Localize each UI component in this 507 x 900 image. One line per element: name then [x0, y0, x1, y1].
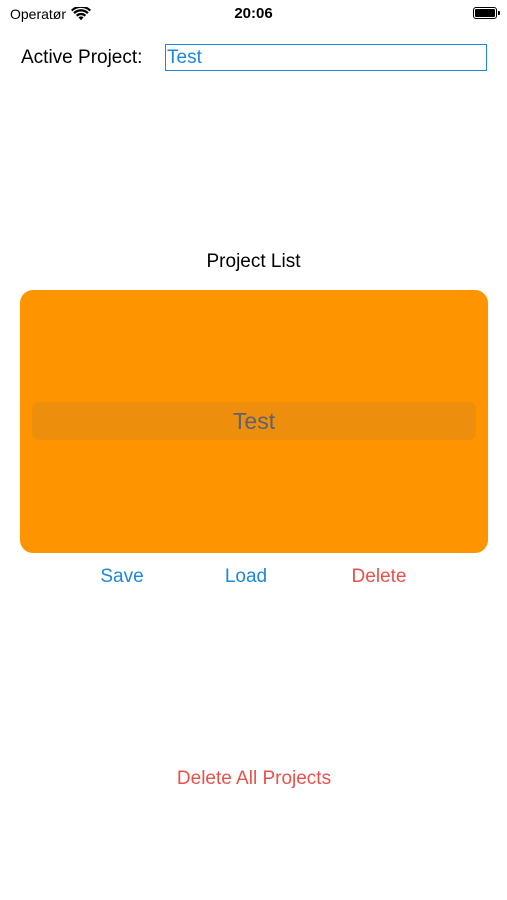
status-bar: Operatør 20:06 — [0, 0, 507, 28]
save-button[interactable]: Save — [92, 564, 152, 590]
screen: Operatør 20:06 Active Project: Project L… — [0, 0, 507, 900]
project-list-title: Project List — [206, 251, 301, 272]
active-project-row: Active Project: — [21, 44, 487, 72]
delete-all-projects-button[interactable]: Delete All Projects — [154, 766, 354, 792]
active-project-input[interactable] — [165, 44, 487, 71]
load-button[interactable]: Load — [216, 564, 276, 590]
project-picker[interactable]: Test — [20, 290, 488, 553]
battery-icon — [473, 7, 500, 19]
picker-item-test[interactable]: Test — [20, 402, 488, 440]
active-project-label: Active Project: — [21, 47, 143, 68]
status-time: 20:06 — [234, 5, 273, 22]
delete-button[interactable]: Delete — [342, 564, 416, 590]
